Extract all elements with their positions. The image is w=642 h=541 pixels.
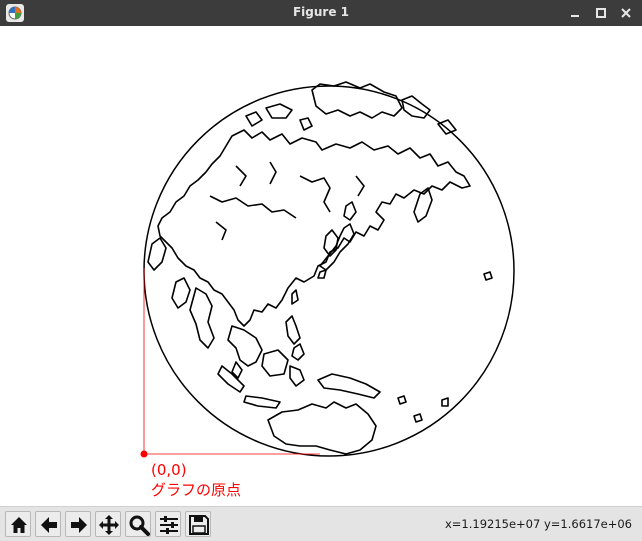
zoom-button[interactable] bbox=[125, 511, 151, 537]
forward-button[interactable] bbox=[65, 511, 91, 537]
origin-marker bbox=[140, 450, 148, 458]
minimize-button[interactable] bbox=[566, 4, 584, 22]
navigation-toolbar: x=1.19215e+07 y=1.6617e+06 bbox=[0, 506, 642, 541]
save-button[interactable] bbox=[185, 511, 211, 537]
maximize-button[interactable] bbox=[592, 4, 610, 22]
back-arrow-icon bbox=[41, 517, 57, 533]
save-floppy-icon bbox=[189, 515, 209, 535]
home-icon bbox=[11, 517, 27, 533]
configure-subplots-button[interactable] bbox=[155, 511, 181, 537]
minimize-icon bbox=[571, 15, 579, 17]
pan-move-icon bbox=[99, 515, 119, 535]
globe-plot bbox=[140, 81, 515, 458]
configure-subplots-icon bbox=[160, 516, 178, 534]
origin-coordinate-label: (0,0) bbox=[151, 461, 187, 479]
cursor-coordinates: x=1.19215e+07 y=1.6617e+06 bbox=[444, 517, 632, 531]
zoom-magnifier-icon bbox=[129, 515, 150, 536]
close-icon bbox=[621, 8, 631, 18]
origin-description-label: グラフの原点 bbox=[151, 481, 242, 499]
figure-canvas[interactable] bbox=[0, 26, 642, 506]
forward-arrow-icon bbox=[71, 517, 87, 533]
globe-outline bbox=[143, 85, 515, 457]
maximize-icon bbox=[596, 8, 606, 18]
back-button[interactable] bbox=[35, 511, 61, 537]
window-title: Figure 1 bbox=[292, 5, 350, 19]
home-button[interactable] bbox=[5, 511, 31, 537]
close-button[interactable] bbox=[617, 4, 635, 22]
window-titlebar: Figure 1 bbox=[0, 0, 642, 26]
pan-button[interactable] bbox=[95, 511, 121, 537]
